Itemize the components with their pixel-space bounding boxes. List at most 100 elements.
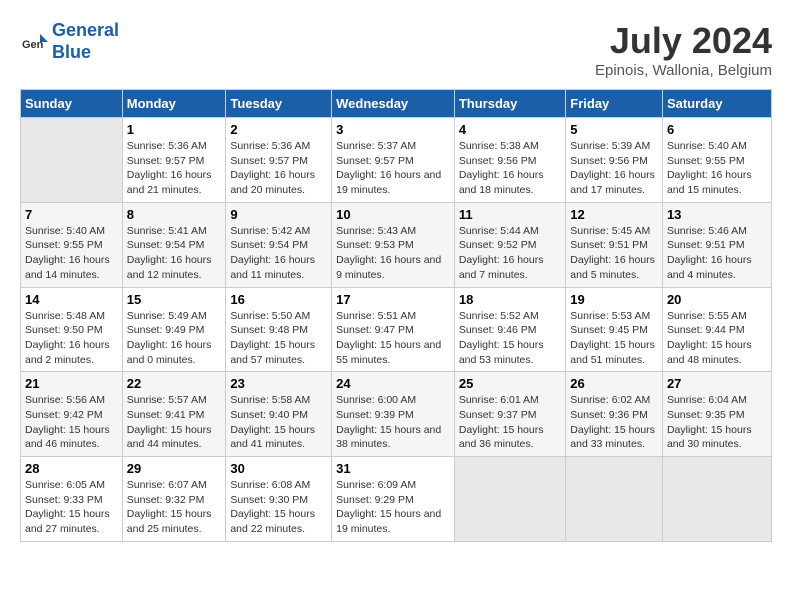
cell-content: Sunrise: 5:49 AM Sunset: 9:49 PM Dayligh… (127, 309, 222, 368)
day-number: 10 (336, 207, 450, 222)
cell-content: Sunrise: 5:52 AM Sunset: 9:46 PM Dayligh… (459, 309, 561, 368)
day-number: 24 (336, 376, 450, 391)
day-number: 20 (667, 292, 767, 307)
calendar-week-row: 14 Sunrise: 5:48 AM Sunset: 9:50 PM Dayli… (21, 287, 772, 372)
calendar-title: July 2024 (595, 20, 772, 62)
day-number: 22 (127, 376, 222, 391)
calendar-cell: 9Sunrise: 5:42 AM Sunset: 9:54 PM Daylig… (226, 202, 332, 287)
cell-content: Sunrise: 5:46 AM Sunset: 9:51 PM Dayligh… (667, 224, 767, 283)
weekday-header: Wednesday (332, 90, 455, 118)
weekday-header: Saturday (662, 90, 771, 118)
day-number: 23 (230, 376, 327, 391)
calendar-cell: 25Sunrise: 6:01 AM Sunset: 9:37 PM Dayli… (454, 372, 565, 457)
cell-content: Sunrise: 6:05 AM Sunset: 9:33 PM Dayligh… (25, 478, 118, 537)
calendar-cell: 13 Sunrise: 5:46 AM Sunset: 9:51 PM Dayli… (662, 202, 771, 287)
calendar-cell: 10Sunrise: 5:43 AM Sunset: 9:53 PM Dayli… (332, 202, 455, 287)
cell-content: Sunrise: 5:55 AM Sunset: 9:44 PM Dayligh… (667, 309, 767, 368)
day-number: 19 (570, 292, 658, 307)
day-number: 13 (667, 207, 767, 222)
day-number: 12 (570, 207, 658, 222)
calendar-cell: 4 Sunrise: 5:38 AM Sunset: 9:56 PM Daylig… (454, 118, 565, 203)
day-number: 11 (459, 207, 561, 222)
cell-content: Sunrise: 5:56 AM Sunset: 9:42 PM Dayligh… (25, 393, 118, 452)
cell-content: Sunrise: 5:48 AM Sunset: 9:50 PM Dayligh… (25, 309, 118, 368)
calendar-cell (454, 457, 565, 542)
calendar-cell: 26 Sunrise: 6:02 AM Sunset: 9:36 PM Dayli… (566, 372, 663, 457)
day-number: 14 (25, 292, 118, 307)
day-number: 18 (459, 292, 561, 307)
day-number: 3 (336, 122, 450, 137)
weekday-header: Thursday (454, 90, 565, 118)
day-number: 26 (570, 376, 658, 391)
day-number: 21 (25, 376, 118, 391)
cell-content: Sunrise: 5:38 AM Sunset: 9:56 PM Dayligh… (459, 139, 561, 198)
day-number: 4 (459, 122, 561, 137)
calendar-week-row: 1Sunrise: 5:36 AM Sunset: 9:57 PM Daylig… (21, 118, 772, 203)
cell-content: Sunrise: 5:51 AM Sunset: 9:47 PM Dayligh… (336, 309, 450, 368)
day-number: 6 (667, 122, 767, 137)
cell-content: Sunrise: 6:08 AM Sunset: 9:30 PM Dayligh… (230, 478, 327, 537)
calendar-cell: 28 Sunrise: 6:05 AM Sunset: 9:33 PM Dayli… (21, 457, 123, 542)
day-number: 5 (570, 122, 658, 137)
logo-text: General Blue (52, 20, 119, 63)
day-number: 29 (127, 461, 222, 476)
calendar-cell: 6Sunrise: 5:40 AM Sunset: 9:55 PM Daylig… (662, 118, 771, 203)
calendar-cell: 31 Sunrise: 6:09 AM Sunset: 9:29 PM Dayli… (332, 457, 455, 542)
day-number: 7 (25, 207, 118, 222)
calendar-cell: 11 Sunrise: 5:44 AM Sunset: 9:52 PM Dayli… (454, 202, 565, 287)
day-number: 15 (127, 292, 222, 307)
calendar-cell: 30 Sunrise: 6:08 AM Sunset: 9:30 PM Dayli… (226, 457, 332, 542)
calendar-week-row: 21 Sunrise: 5:56 AM Sunset: 9:42 PM Dayli… (21, 372, 772, 457)
calendar-week-row: 7Sunrise: 5:40 AM Sunset: 9:55 PM Daylig… (21, 202, 772, 287)
weekday-header: Friday (566, 90, 663, 118)
weekday-header: Tuesday (226, 90, 332, 118)
cell-content: Sunrise: 5:37 AM Sunset: 9:57 PM Dayligh… (336, 139, 450, 198)
cell-content: Sunrise: 6:02 AM Sunset: 9:36 PM Dayligh… (570, 393, 658, 452)
calendar-cell: 19 Sunrise: 5:53 AM Sunset: 9:45 PM Dayli… (566, 287, 663, 372)
calendar-cell: 5 Sunrise: 5:39 AM Sunset: 9:56 PM Daylig… (566, 118, 663, 203)
day-number: 2 (230, 122, 327, 137)
calendar-cell: 14 Sunrise: 5:48 AM Sunset: 9:50 PM Dayli… (21, 287, 123, 372)
cell-content: Sunrise: 6:07 AM Sunset: 9:32 PM Dayligh… (127, 478, 222, 537)
calendar-cell: 16 Sunrise: 5:50 AM Sunset: 9:48 PM Dayli… (226, 287, 332, 372)
logo: Gen General Blue (20, 20, 119, 63)
logo-line1: General (52, 20, 119, 40)
cell-content: Sunrise: 5:39 AM Sunset: 9:56 PM Dayligh… (570, 139, 658, 198)
calendar-cell (662, 457, 771, 542)
cell-content: Sunrise: 5:36 AM Sunset: 9:57 PM Dayligh… (127, 139, 222, 198)
calendar-cell: 12 Sunrise: 5:45 AM Sunset: 9:51 PM Dayli… (566, 202, 663, 287)
calendar-cell (21, 118, 123, 203)
day-number: 16 (230, 292, 327, 307)
page-header: Gen General Blue July 2024 Epinois, Wall… (20, 20, 772, 79)
calendar-cell: 18 Sunrise: 5:52 AM Sunset: 9:46 PM Dayli… (454, 287, 565, 372)
day-number: 28 (25, 461, 118, 476)
cell-content: Sunrise: 6:01 AM Sunset: 9:37 PM Dayligh… (459, 393, 561, 452)
logo-line2: Blue (52, 42, 91, 62)
calendar-cell: 27 Sunrise: 6:04 AM Sunset: 9:35 PM Dayli… (662, 372, 771, 457)
cell-content: Sunrise: 5:58 AM Sunset: 9:40 PM Dayligh… (230, 393, 327, 452)
day-number: 30 (230, 461, 327, 476)
logo-icon: Gen (20, 28, 48, 56)
calendar-cell: 23 Sunrise: 5:58 AM Sunset: 9:40 PM Dayli… (226, 372, 332, 457)
day-number: 17 (336, 292, 450, 307)
calendar-cell: 20 Sunrise: 5:55 AM Sunset: 9:44 PM Dayli… (662, 287, 771, 372)
cell-content: Sunrise: 5:50 AM Sunset: 9:48 PM Dayligh… (230, 309, 327, 368)
calendar-cell: 21 Sunrise: 5:56 AM Sunset: 9:42 PM Dayli… (21, 372, 123, 457)
cell-content: Sunrise: 5:41 AM Sunset: 9:54 PM Dayligh… (127, 224, 222, 283)
calendar-cell: 22 Sunrise: 5:57 AM Sunset: 9:41 PM Dayli… (122, 372, 226, 457)
day-number: 27 (667, 376, 767, 391)
title-block: July 2024 Epinois, Wallonia, Belgium (595, 20, 772, 79)
cell-content: Sunrise: 5:45 AM Sunset: 9:51 PM Dayligh… (570, 224, 658, 283)
calendar-cell: 29 Sunrise: 6:07 AM Sunset: 9:32 PM Dayli… (122, 457, 226, 542)
day-number: 8 (127, 207, 222, 222)
calendar-subtitle: Epinois, Wallonia, Belgium (595, 62, 772, 79)
cell-content: Sunrise: 5:53 AM Sunset: 9:45 PM Dayligh… (570, 309, 658, 368)
cell-content: Sunrise: 5:36 AM Sunset: 9:57 PM Dayligh… (230, 139, 327, 198)
cell-content: Sunrise: 5:44 AM Sunset: 9:52 PM Dayligh… (459, 224, 561, 283)
cell-content: Sunrise: 5:57 AM Sunset: 9:41 PM Dayligh… (127, 393, 222, 452)
cell-content: Sunrise: 6:04 AM Sunset: 9:35 PM Dayligh… (667, 393, 767, 452)
calendar-cell: 24 Sunrise: 6:00 AM Sunset: 9:39 PM Dayli… (332, 372, 455, 457)
cell-content: Sunrise: 6:09 AM Sunset: 9:29 PM Dayligh… (336, 478, 450, 537)
cell-content: Sunrise: 6:00 AM Sunset: 9:39 PM Dayligh… (336, 393, 450, 452)
day-number: 31 (336, 461, 450, 476)
